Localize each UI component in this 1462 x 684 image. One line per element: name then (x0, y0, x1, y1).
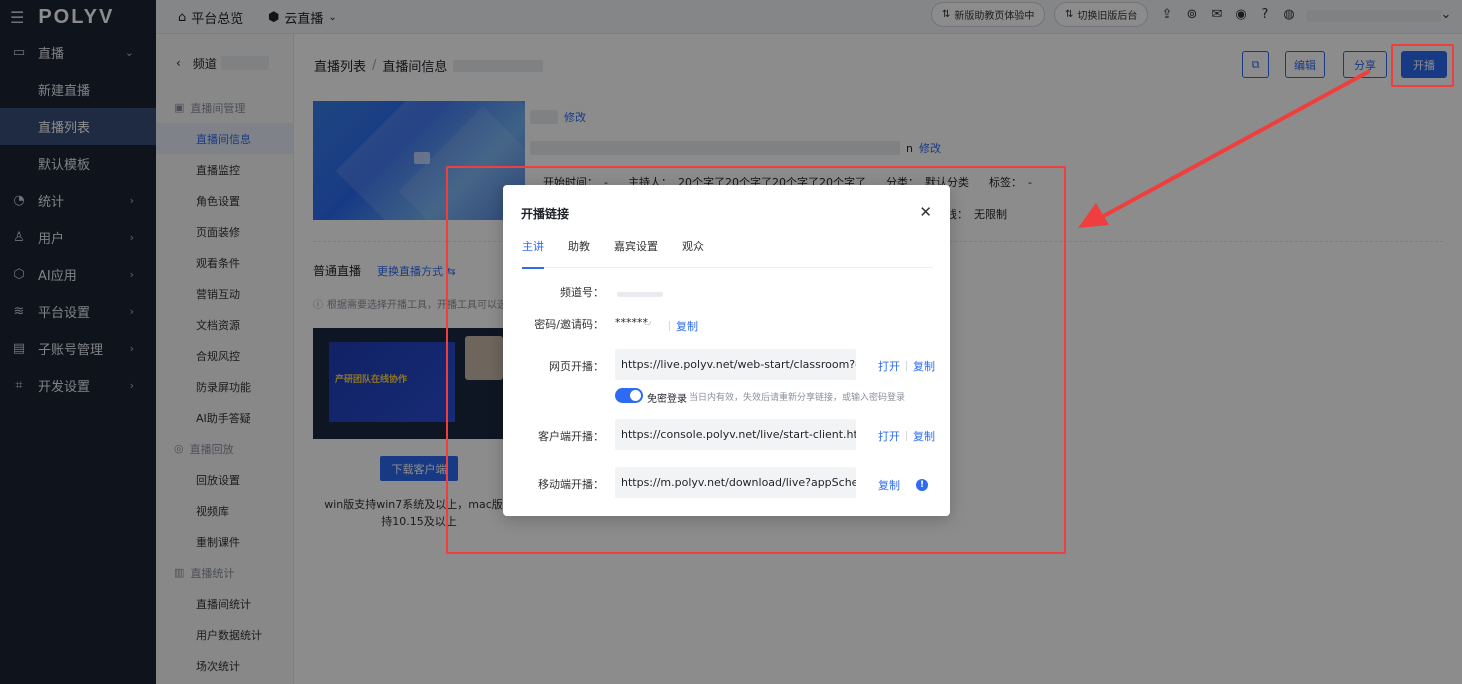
annotation-arrow (1078, 70, 1370, 228)
arrow-shaft (1098, 70, 1370, 220)
